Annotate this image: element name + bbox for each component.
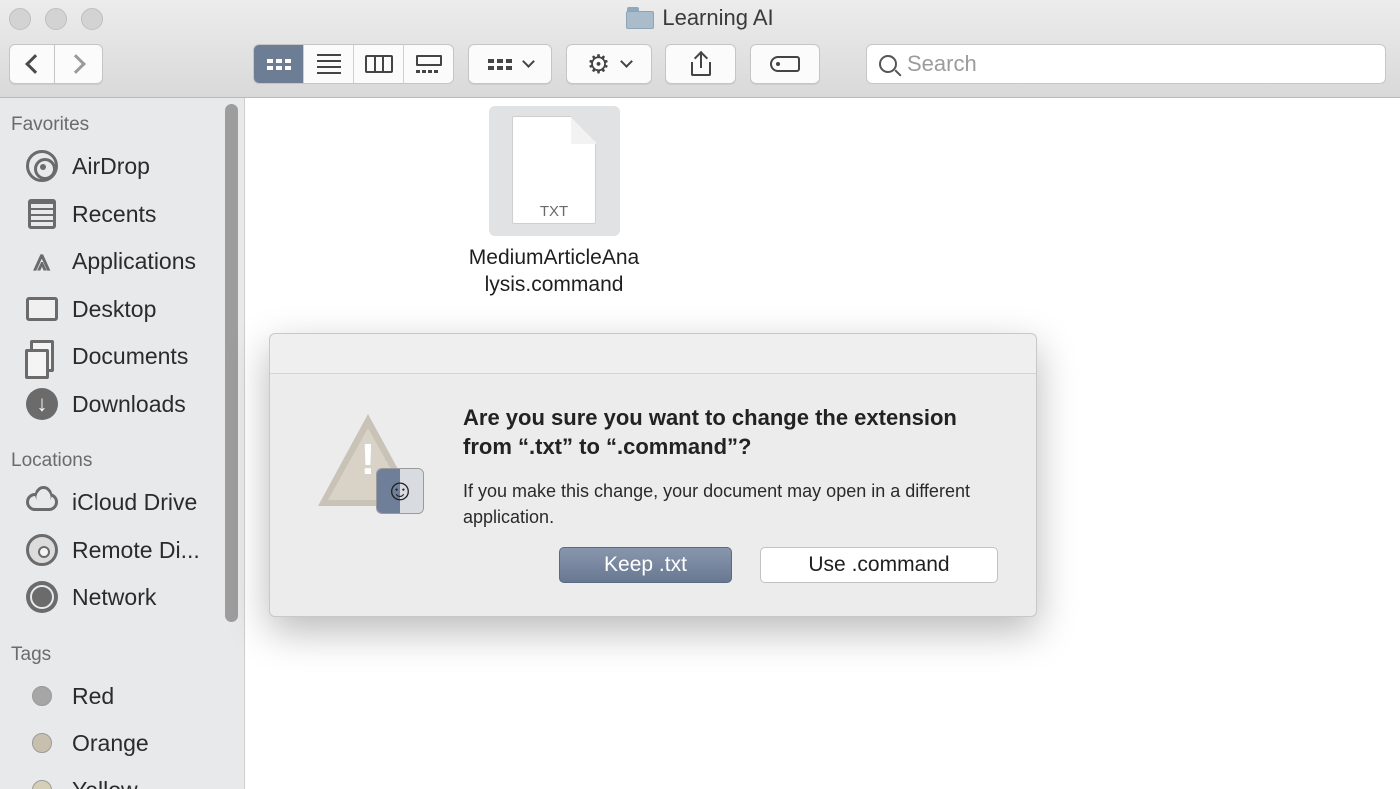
- list-view-icon: [316, 54, 341, 74]
- icon-view-icon: [266, 58, 291, 70]
- search-icon: [879, 55, 897, 73]
- sidebar-item-label: Red: [72, 682, 115, 709]
- sidebar-item-applications[interactable]: ⩓ Applications: [24, 241, 197, 281]
- icon-view-button[interactable]: [254, 45, 304, 83]
- dialog-title: Are you sure you want to change the exte…: [463, 405, 957, 459]
- keep-txt-button[interactable]: Keep .txt: [559, 547, 732, 583]
- sidebar-item-icloud-drive[interactable]: iCloud Drive: [24, 482, 197, 522]
- back-button[interactable]: [9, 44, 55, 84]
- chevron-down-icon: [521, 55, 535, 68]
- sidebar-item-label: Yellow: [72, 777, 138, 789]
- airdrop-icon: [26, 150, 58, 182]
- warning-icon: ! ☺: [318, 414, 428, 518]
- dialog-header: [270, 334, 1036, 374]
- dialog-message: If you make this change, your document m…: [463, 481, 970, 527]
- file-name-line: lysis.command: [484, 273, 624, 296]
- sidebar-item-tag-orange[interactable]: Orange: [24, 723, 149, 763]
- sidebar-item-documents[interactable]: Documents: [24, 336, 189, 379]
- tag-color-dot-icon: [32, 780, 52, 789]
- sidebar: Favorites AirDrop Recents ⩓ Applications…: [0, 98, 245, 789]
- sidebar-section-tags: Tags: [11, 644, 52, 665]
- sidebar-item-airdrop[interactable]: AirDrop: [24, 146, 150, 186]
- remote-disc-icon: [26, 534, 58, 566]
- page-fold-icon: [571, 116, 596, 144]
- group-by-button[interactable]: [468, 44, 552, 84]
- edit-tags-button[interactable]: [750, 44, 820, 84]
- sidebar-scrollbar[interactable]: [225, 104, 238, 622]
- share-icon: [690, 50, 711, 76]
- tag-icon: [770, 56, 800, 72]
- view-mode-segmented-control: [253, 44, 454, 84]
- downloads-icon: ↓: [26, 388, 58, 420]
- window-title-text: Learning AI: [662, 5, 774, 30]
- sidebar-item-label: Applications: [72, 247, 197, 274]
- file-name-label[interactable]: MediumArticleAna lysis.command: [440, 244, 668, 298]
- folder-icon: [626, 7, 655, 29]
- sidebar-item-downloads[interactable]: ↓ Downloads: [24, 384, 186, 424]
- column-view-button[interactable]: [354, 45, 404, 83]
- sidebar-item-label: AirDrop: [72, 152, 150, 179]
- sidebar-item-label: Recents: [72, 200, 157, 227]
- file-name-line: MediumArticleAna: [468, 246, 640, 269]
- applications-icon: ⩓: [33, 244, 51, 277]
- sidebar-item-label: Downloads: [72, 390, 186, 417]
- tag-color-dot-icon: [32, 686, 52, 706]
- search-field[interactable]: [866, 44, 1386, 84]
- sidebar-item-tag-red[interactable]: Red: [24, 676, 114, 716]
- sidebar-section-locations: Locations: [11, 450, 93, 471]
- share-button[interactable]: [665, 44, 736, 84]
- gallery-view-button[interactable]: [404, 45, 453, 83]
- sidebar-item-recents[interactable]: Recents: [24, 194, 156, 234]
- gear-icon: ⚙: [586, 49, 611, 79]
- group-icon: [487, 58, 512, 70]
- search-input[interactable]: [907, 51, 1347, 77]
- network-icon: [26, 581, 58, 613]
- tag-color-dot-icon: [32, 733, 52, 753]
- sidebar-item-label: Remote Di...: [72, 536, 200, 563]
- use-command-button[interactable]: Use .command: [760, 547, 998, 583]
- action-button[interactable]: ⚙: [566, 44, 652, 84]
- desktop-icon: [26, 297, 58, 321]
- chevron-down-icon: [620, 55, 634, 68]
- column-view-icon: [364, 55, 393, 73]
- forward-button[interactable]: [55, 44, 103, 84]
- icloud-icon: [26, 493, 58, 511]
- chevron-left-icon: [25, 54, 45, 74]
- list-view-button[interactable]: [304, 45, 354, 83]
- sidebar-item-label: Documents: [72, 342, 189, 369]
- sidebar-item-tag-yellow[interactable]: Yellow: [24, 770, 138, 789]
- window-title: Learning AI: [0, 5, 1400, 31]
- sidebar-item-network[interactable]: Network: [24, 577, 156, 617]
- sidebar-item-label: Orange: [72, 729, 149, 756]
- documents-icon: [25, 340, 54, 379]
- sidebar-item-label: Network: [72, 583, 157, 610]
- chevron-right-icon: [65, 54, 86, 74]
- sidebar-section-favorites: Favorites: [11, 114, 90, 135]
- titlebar: Learning AI ⚙: [0, 0, 1400, 98]
- file-type-label: TXT: [539, 203, 569, 220]
- gallery-view-icon: [415, 55, 442, 73]
- sidebar-item-label: iCloud Drive: [72, 488, 198, 515]
- sidebar-item-desktop[interactable]: Desktop: [24, 289, 156, 329]
- recents-icon: [28, 199, 56, 229]
- sidebar-item-remote-disc[interactable]: Remote Di...: [24, 530, 200, 570]
- sidebar-item-label: Desktop: [72, 295, 157, 322]
